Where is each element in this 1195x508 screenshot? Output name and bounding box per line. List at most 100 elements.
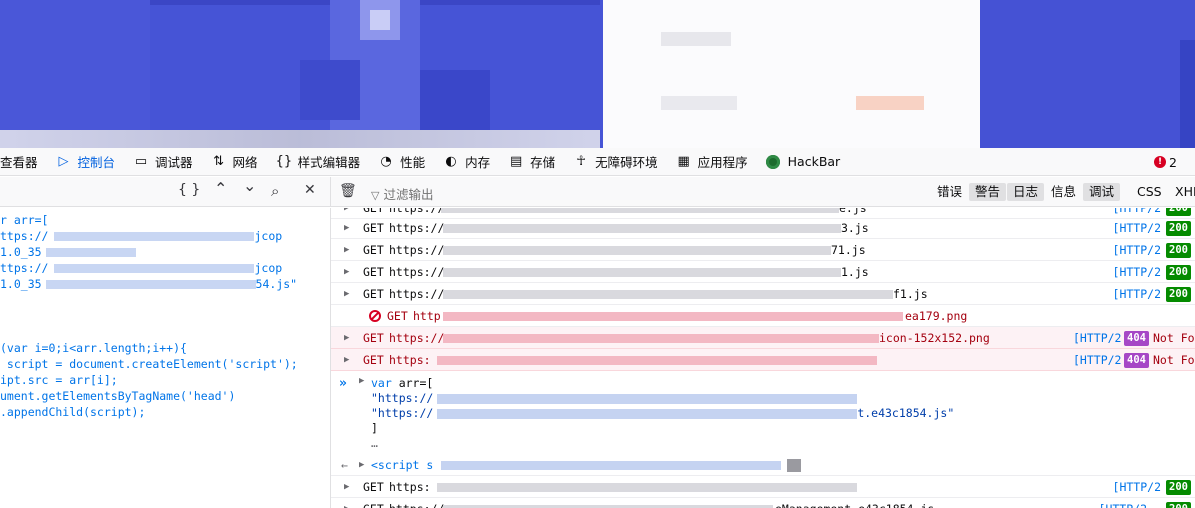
expand-arrow-icon: ▶ xyxy=(344,482,350,492)
tab-performance-label: 性能 xyxy=(400,155,426,170)
preview-blur-block xyxy=(0,0,150,130)
clear-console-icon[interactable]: 🗑 xyxy=(339,183,357,199)
expand-arrow-icon: ▶ xyxy=(344,355,350,365)
application-icon: ▦ xyxy=(677,154,690,169)
code-line: .appendChild(script); xyxy=(0,405,146,419)
network-error-row[interactable]: ▶ GET https:// icon-152x152.png [HTTP/2 … xyxy=(331,327,1195,349)
network-log-row[interactable]: ▶ GET https:// 1.js [HTTP/2 200 xyxy=(331,261,1195,283)
search-icon[interactable]: ⌕ xyxy=(271,182,279,200)
code-line: ipt.src = arr[i]; xyxy=(0,373,118,387)
blocked-icon xyxy=(369,310,381,322)
expand-arrow-icon: ▶ xyxy=(344,333,350,343)
expand-arrow-icon: ▶ xyxy=(359,376,365,386)
login-card xyxy=(603,0,980,150)
error-count-badge[interactable]: ! 2 xyxy=(1154,148,1177,176)
network-log-row[interactable]: ▶ GET https:// 71.js [HTTP/2 200 xyxy=(331,239,1195,261)
editor-toolbar: { } ⌃ ⌄ ⌕ ✕ xyxy=(0,176,331,207)
status-badge: 200 xyxy=(1166,480,1191,495)
code-line: 1.0_35 54.js" xyxy=(0,277,298,291)
console-result-row[interactable]: ← ▶ <script s xyxy=(331,454,1195,476)
tab-hackbar[interactable]: HackBar xyxy=(758,148,851,176)
expand-arrow-icon: ▶ xyxy=(344,498,349,508)
tab-hackbar-label: HackBar xyxy=(787,154,841,169)
echo-line: … xyxy=(371,436,378,450)
expand-arrow-icon: ▶ xyxy=(344,223,350,233)
status-badge: 200 xyxy=(1166,502,1191,508)
result-value: <script s xyxy=(371,458,434,472)
tab-application[interactable]: ▦ 应用程序 xyxy=(668,148,758,176)
multiline-editor[interactable]: r arr=[ ttps://jcop 1.0_35 ttps://jcop 1… xyxy=(0,208,331,508)
tab-network[interactable]: ⇅ 网络 xyxy=(203,148,268,176)
echo-line: var arr=[ xyxy=(371,376,434,390)
debugger-icon: ▭ xyxy=(134,154,148,169)
console-icon: ▷ xyxy=(58,154,69,169)
status-badge: 200 xyxy=(1166,208,1191,216)
login-blur-line xyxy=(661,32,731,46)
tab-application-label: 应用程序 xyxy=(697,155,748,170)
expand-arrow-icon: ▶ xyxy=(359,460,365,470)
tab-inspector-label: 查看器 xyxy=(0,155,38,170)
status-badge: 404 xyxy=(1124,331,1149,346)
preview-scrollbar[interactable] xyxy=(0,130,600,148)
filter-input[interactable]: ▽ 过滤输出 xyxy=(371,184,433,203)
tab-performance[interactable]: ◔ 性能 xyxy=(370,148,435,176)
page-preview xyxy=(0,0,1195,150)
network-log-row[interactable]: ▶ GET https:// f1.js [HTTP/2 200 xyxy=(331,283,1195,305)
status-badge: 200 xyxy=(1166,265,1191,280)
filter-warnings-button[interactable]: 警告 xyxy=(969,183,1007,201)
tab-storage-label: 存储 xyxy=(530,155,556,170)
preview-blur-block xyxy=(420,70,490,130)
tab-console[interactable]: ▷ 控制台 xyxy=(48,148,126,176)
console-toolbar: 🗑 ▽过滤输出 错误 警告 日志 信息 调试 CSS XHR xyxy=(331,177,1195,207)
echo-line: "https:// xyxy=(371,391,858,405)
login-blur-button xyxy=(856,96,924,110)
accessibility-icon: ☥ xyxy=(576,154,586,169)
network-log-row[interactable]: ▶ GET https:// eManagement.e43c1854.js [… xyxy=(331,498,1195,508)
code-line: r arr=[ xyxy=(0,213,49,227)
expand-arrow-icon: ▶ xyxy=(344,245,350,255)
storage-icon: ▤ xyxy=(509,154,523,169)
tab-storage[interactable]: ▤ 存储 xyxy=(500,148,565,176)
tab-style-editor[interactable]: {} 样式编辑器 xyxy=(268,148,371,176)
tab-network-label: 网络 xyxy=(232,155,258,170)
tab-memory[interactable]: ◐ 内存 xyxy=(435,148,500,176)
filter-xhr-button[interactable]: XHR xyxy=(1169,183,1195,201)
preview-blur-block xyxy=(1180,40,1195,150)
code-line: (var i=0;i<arr.length;i++){ xyxy=(0,341,187,355)
network-error-row[interactable]: GET http ea179.png xyxy=(331,305,1195,327)
result-arrow-icon: ← xyxy=(341,458,348,472)
expand-arrow-icon: ▶ xyxy=(344,289,350,299)
previous-match-icon[interactable]: ⌃ xyxy=(214,179,227,198)
tab-debugger[interactable]: ▭ 调试器 xyxy=(125,148,203,176)
code-line: ument.getElementsByTagName('head') xyxy=(0,389,236,403)
style-editor-icon: {} xyxy=(275,154,293,169)
network-log-row[interactable]: ▶ GET https: [HTTP/2 200 xyxy=(331,476,1195,498)
next-match-icon[interactable]: ⌄ xyxy=(243,176,256,195)
filter-debug-button[interactable]: 调试 xyxy=(1083,183,1121,201)
status-badge: 200 xyxy=(1166,243,1191,258)
network-error-row[interactable]: ▶ GET https: [HTTP/2 404 Not Fou xyxy=(331,349,1195,371)
preview-blur-block xyxy=(980,0,1195,150)
memory-icon: ◐ xyxy=(445,154,457,169)
filter-css-button[interactable]: CSS xyxy=(1131,183,1168,201)
login-blur-line xyxy=(661,96,737,110)
tab-inspector[interactable]: 查看器 xyxy=(0,148,48,176)
tab-memory-label: 内存 xyxy=(465,155,491,170)
console-input-echo[interactable]: » ▶ var arr=[ "https:// "https://t.e43c1… xyxy=(331,374,1195,454)
filter-errors-button[interactable]: 错误 xyxy=(931,183,968,201)
network-log-row[interactable]: ▶ GET https:// 3.js [HTTP/2 200 xyxy=(331,217,1195,239)
expand-arrow-icon: ▶ xyxy=(344,267,350,277)
preview-blur-block xyxy=(300,60,360,120)
tab-console-label: 控制台 xyxy=(77,155,116,170)
close-icon[interactable]: ✕ xyxy=(304,182,316,198)
preview-blur-block xyxy=(370,10,390,30)
filter-icon: ▽ xyxy=(371,189,380,202)
filter-logs-button[interactable]: 日志 xyxy=(1007,183,1045,201)
network-icon: ⇅ xyxy=(213,154,224,169)
status-badge: 200 xyxy=(1166,287,1191,302)
filter-info-button[interactable]: 信息 xyxy=(1045,183,1082,201)
console-output: ▶ GET https:// e.js [HTTP/2 200 ▶ GET ht… xyxy=(331,208,1195,508)
tab-accessibility[interactable]: ☥ 无障碍环境 xyxy=(565,148,668,176)
pretty-print-button[interactable]: { } xyxy=(178,182,200,198)
status-badge: 404 xyxy=(1124,353,1149,368)
